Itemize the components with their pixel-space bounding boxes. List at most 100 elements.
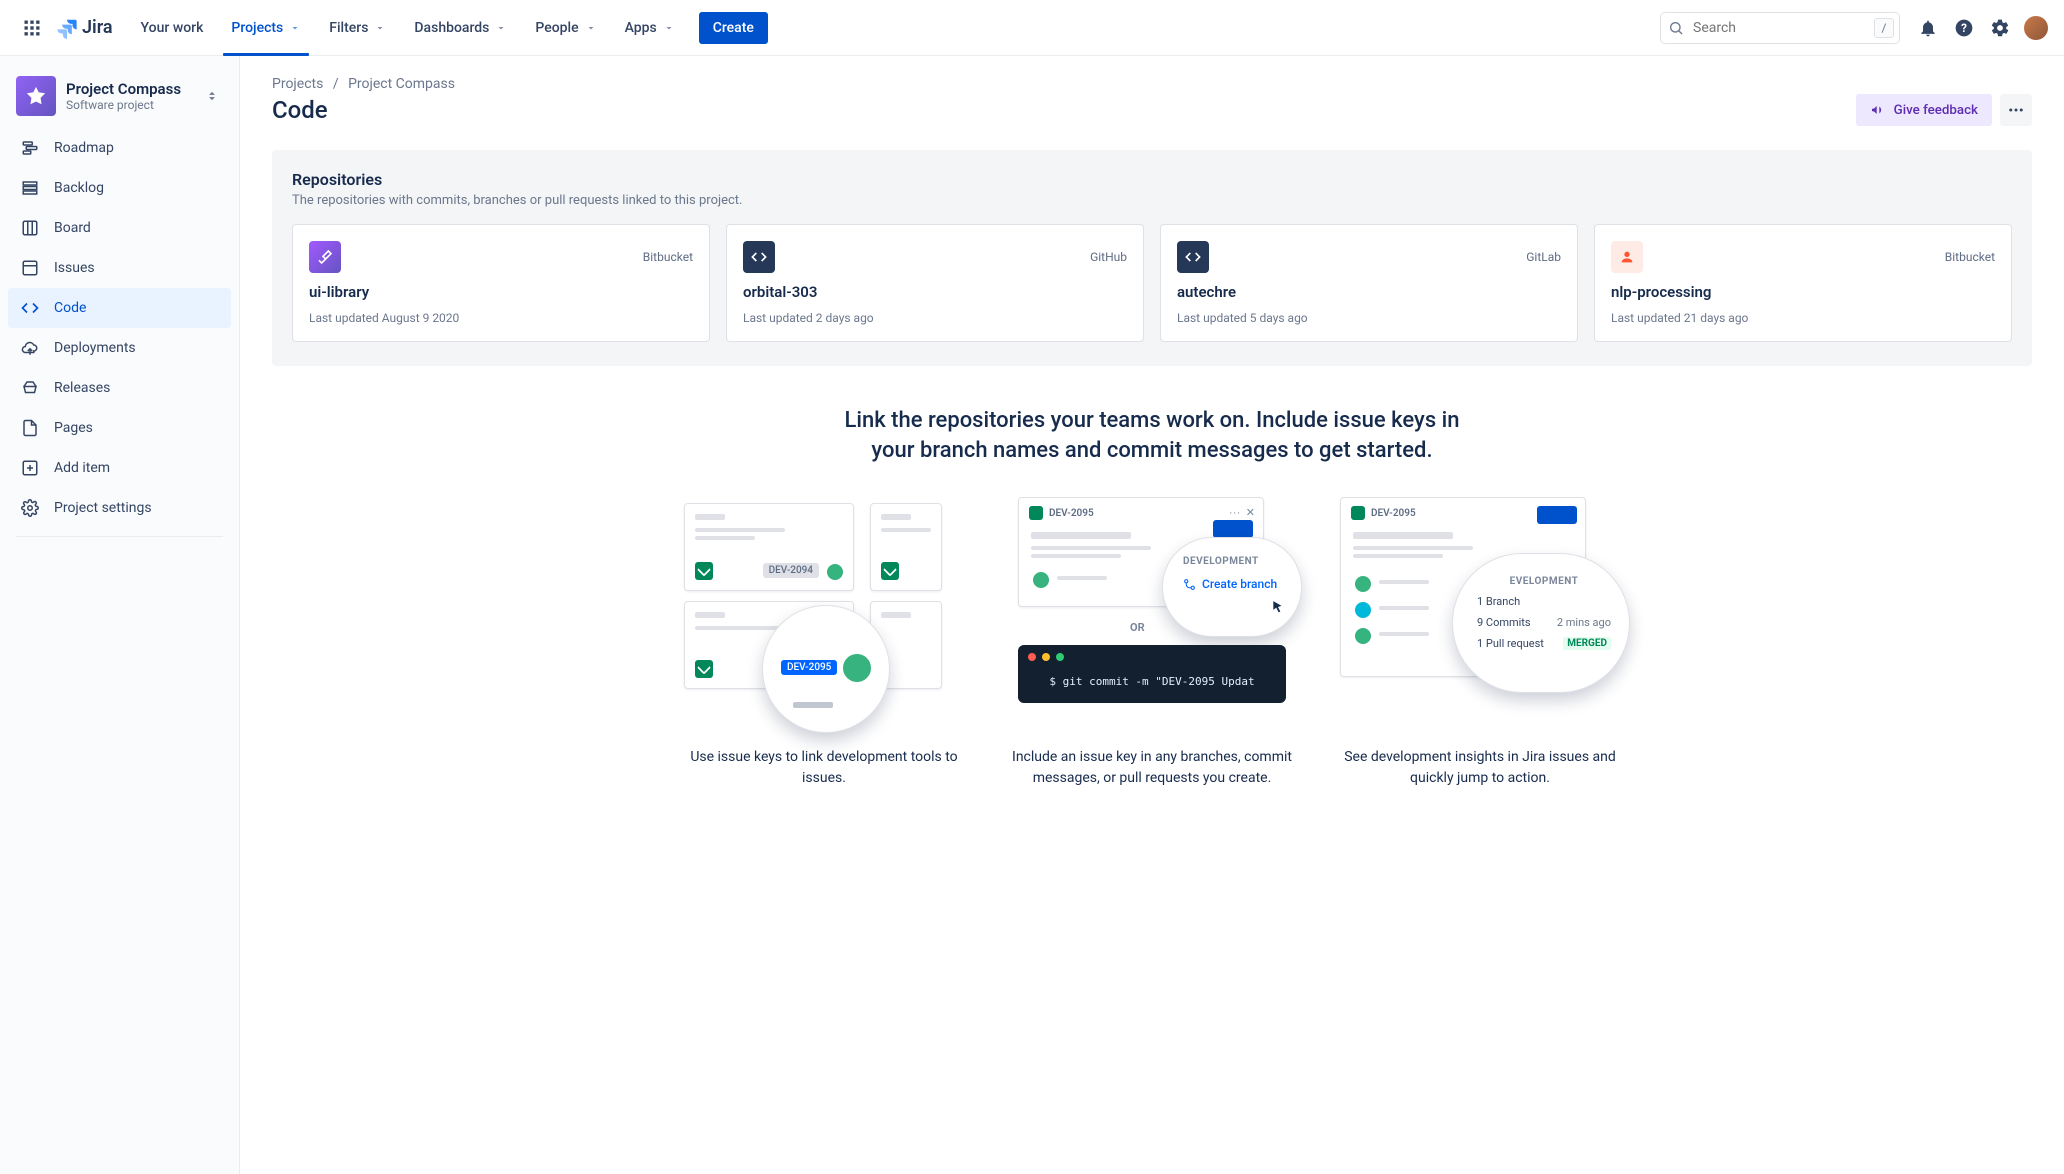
- code-icon: [1177, 241, 1209, 273]
- repositories-title: Repositories: [292, 170, 2012, 189]
- sidebar-item-label: Deployments: [54, 340, 136, 356]
- settings-icon[interactable]: [1984, 12, 2016, 44]
- chevron-down-icon: [289, 22, 301, 34]
- code-icon: [20, 299, 40, 317]
- gear-icon: [20, 499, 40, 517]
- sidebar-item-label: Releases: [54, 380, 110, 396]
- repositories-panel: Repositories The repositories with commi…: [272, 150, 2032, 366]
- sidebar-item-label: Project settings: [54, 500, 152, 516]
- breadcrumb-item[interactable]: Project Compass: [348, 76, 455, 92]
- breadcrumb-item[interactable]: Projects: [272, 76, 323, 92]
- nav-your-work[interactable]: Your work: [129, 0, 216, 56]
- sidebar-item-label: Code: [54, 300, 86, 316]
- sidebar-item-deployments[interactable]: Deployments: [8, 328, 231, 368]
- page-title: Code: [272, 96, 328, 124]
- sidebar-item-code[interactable]: Code: [8, 288, 231, 328]
- repository-card[interactable]: GitLab autechre Last updated 5 days ago: [1160, 224, 1578, 342]
- sidebar-item-board[interactable]: Board: [8, 208, 231, 248]
- chevron-down-icon: [585, 22, 597, 34]
- sidebar-item-releases[interactable]: Releases: [8, 368, 231, 408]
- repository-source: GitLab: [1526, 250, 1561, 264]
- more-actions-button[interactable]: [2000, 94, 2032, 126]
- repository-updated: Last updated August 9 2020: [309, 311, 693, 325]
- project-header[interactable]: Project Compass Software project: [8, 72, 231, 128]
- board-icon: [20, 219, 40, 237]
- project-name: Project Compass: [66, 80, 191, 98]
- nav-projects[interactable]: Projects: [219, 0, 313, 56]
- megaphone-icon: [1870, 102, 1886, 118]
- sidebar-item-add[interactable]: Add item: [8, 448, 231, 488]
- repository-card[interactable]: Bitbucket ui-library Last updated August…: [292, 224, 710, 342]
- search-field: /: [1660, 12, 1900, 44]
- give-feedback-button[interactable]: Give feedback: [1856, 94, 1992, 126]
- search-input[interactable]: [1660, 12, 1900, 44]
- help-icon[interactable]: ?: [1948, 12, 1980, 44]
- deployments-icon: [20, 339, 40, 357]
- jira-logo-text: Jira: [82, 17, 113, 38]
- profile-avatar[interactable]: [2024, 16, 2048, 40]
- repository-source: Bitbucket: [1945, 250, 1995, 264]
- sidebar-item-label: Pages: [54, 420, 93, 436]
- sidebar-item-label: Roadmap: [54, 140, 114, 156]
- create-button[interactable]: Create: [699, 12, 768, 44]
- illustration-dev-insights: DEV-2095 ··· ✕ EVELOPMENT: [1340, 497, 1620, 727]
- repository-name: nlp-processing: [1611, 283, 1995, 301]
- sidebar-item-settings[interactable]: Project settings: [8, 488, 231, 528]
- bitbucket-icon: [309, 241, 341, 273]
- repository-updated: Last updated 2 days ago: [743, 311, 1127, 325]
- hero-headline: Link the repositories your teams work on…: [832, 406, 1472, 465]
- create-branch-link: Create branch: [1183, 577, 1277, 591]
- sidebar-item-pages[interactable]: Pages: [8, 408, 231, 448]
- nav-people[interactable]: People: [523, 0, 608, 56]
- meatballs-icon: [2007, 101, 2025, 119]
- breadcrumb: Projects / Project Compass: [272, 76, 2032, 92]
- sidebar-item-backlog[interactable]: Backlog: [8, 168, 231, 208]
- code-icon: [743, 241, 775, 273]
- repository-name: autechre: [1177, 283, 1561, 301]
- repository-updated: Last updated 21 days ago: [1611, 311, 1995, 325]
- sidebar-divider: [16, 536, 223, 537]
- repository-updated: Last updated 5 days ago: [1177, 311, 1561, 325]
- search-shortcut-badge: /: [1874, 18, 1894, 38]
- issues-icon: [20, 259, 40, 277]
- svg-text:?: ?: [1961, 21, 1967, 35]
- backlog-icon: [20, 179, 40, 197]
- repository-name: ui-library: [309, 283, 693, 301]
- app-switcher-icon[interactable]: [16, 12, 48, 44]
- sidebar-item-label: Board: [54, 220, 91, 236]
- nav-apps[interactable]: Apps: [613, 0, 687, 56]
- repository-card[interactable]: GitHub orbital-303 Last updated 2 days a…: [726, 224, 1144, 342]
- add-item-icon: [20, 459, 40, 477]
- jira-logo[interactable]: Jira: [56, 17, 113, 39]
- empty-state-hero: Link the repositories your teams work on…: [272, 406, 2032, 788]
- sidebar-item-roadmap[interactable]: Roadmap: [8, 128, 231, 168]
- project-sidebar: Project Compass Software project Roadmap…: [0, 56, 240, 1174]
- chevron-down-icon: [374, 22, 386, 34]
- chevron-down-icon: [495, 22, 507, 34]
- nav-filters[interactable]: Filters: [317, 0, 398, 56]
- illustration-issue-keys: DEV-2094: [684, 497, 964, 727]
- sidebar-item-label: Issues: [54, 260, 95, 276]
- search-icon: [1668, 20, 1684, 36]
- releases-icon: [20, 379, 40, 397]
- sidebar-item-label: Backlog: [54, 180, 104, 196]
- roadmap-icon: [20, 139, 40, 157]
- repositories-subtitle: The repositories with commits, branches …: [292, 193, 2012, 208]
- sidebar-item-issues[interactable]: Issues: [8, 248, 231, 288]
- nlp-icon: [1611, 241, 1643, 273]
- notifications-icon[interactable]: [1912, 12, 1944, 44]
- close-icon: ✕: [1246, 506, 1255, 519]
- nav-dashboards[interactable]: Dashboards: [402, 0, 519, 56]
- repository-card[interactable]: Bitbucket nlp-processing Last updated 21…: [1594, 224, 2012, 342]
- repository-source: GitHub: [1090, 250, 1127, 264]
- top-nav: Jira Your work Projects Filters Dashboar…: [0, 0, 2064, 56]
- cursor-icon: [1271, 600, 1285, 614]
- repository-source: Bitbucket: [643, 250, 693, 264]
- chevron-down-icon: [663, 22, 675, 34]
- jira-logo-icon: [56, 17, 78, 39]
- pages-icon: [20, 419, 40, 437]
- hero-caption: Include an issue key in any branches, co…: [1012, 747, 1292, 788]
- project-switcher-chevron-icon[interactable]: [201, 85, 223, 107]
- project-avatar: [16, 76, 56, 116]
- hero-caption: Use issue keys to link development tools…: [684, 747, 964, 788]
